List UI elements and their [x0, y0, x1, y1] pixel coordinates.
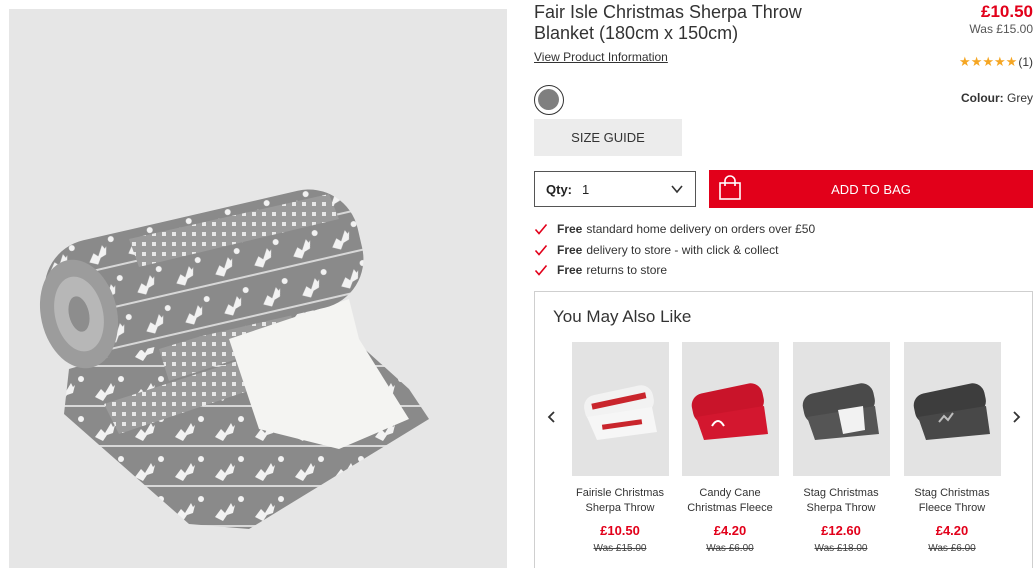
recommendation-price: £10.50	[600, 523, 640, 538]
qty-label: Qty:	[546, 181, 572, 197]
benefit-text: delivery to store - with click & collect	[586, 242, 779, 257]
view-product-information-link[interactable]: View Product Information	[534, 50, 668, 64]
benefit-bold: Free	[557, 242, 583, 257]
delivery-benefits-list: Free standard home delivery on orders ov…	[534, 219, 815, 281]
shopping-bag-icon	[719, 175, 741, 200]
recommendation-image	[903, 342, 1001, 476]
qty-value: 1	[582, 181, 590, 197]
benefit-bold: Free	[557, 222, 583, 237]
colour-label-value: Grey	[1006, 91, 1033, 105]
add-to-bag-button[interactable]: ADD TO BAG	[709, 170, 1033, 208]
recommendation-card[interactable]: Candy Cane Christmas Fleece £4.20 Was £6…	[680, 342, 780, 554]
checkmark-icon	[534, 265, 548, 276]
chevron-left-icon[interactable]	[545, 410, 559, 424]
recommendation-image	[571, 342, 669, 476]
recommendation-name: Stag Christmas Sherpa Throw	[803, 487, 879, 514]
rating-count: (1)	[1018, 55, 1033, 69]
swatch-fill	[538, 89, 559, 110]
product-title: Fair Isle Christmas Sherpa Throw Blanket…	[534, 2, 802, 43]
recommendation-name: Fairisle Christmas Sherpa Throw	[575, 487, 664, 514]
recommendations-title: You May Also Like	[553, 307, 692, 326]
recommendation-was-price: Was £18.00	[814, 543, 868, 554]
recommendation-name: Stag Christmas Fleece Throw	[914, 487, 990, 514]
recommendation-image	[792, 342, 890, 476]
colour-label-key: Colour:	[960, 91, 1004, 105]
add-to-bag-label: ADD TO BAG	[831, 181, 911, 197]
size-guide-button[interactable]: SIZE GUIDE	[534, 119, 682, 156]
benefit-item: Free standard home delivery on orders ov…	[534, 219, 815, 240]
recommendation-card[interactable]: Stag Christmas Fleece Throw £4.20 Was £6…	[902, 342, 1002, 554]
recommendation-card[interactable]: Stag Christmas Sherpa Throw £12.60 Was £…	[791, 342, 891, 554]
recommendation-was-price: Was £15.00	[593, 543, 647, 554]
benefit-bold: Free	[557, 263, 583, 278]
chevron-right-icon[interactable]	[1009, 410, 1023, 424]
recommendation-price: £12.60	[821, 523, 861, 538]
checkmark-icon	[534, 224, 548, 235]
recommendations-panel: You May Also Like Fairisle Christmas She…	[534, 291, 1033, 568]
recommendation-card[interactable]: Fairisle Christmas Sherpa Throw £10.50 W…	[570, 342, 670, 554]
chevron-down-icon	[671, 185, 683, 194]
recommendation-price: £4.20	[713, 523, 747, 538]
recommendation-was-price: Was £6.00	[928, 543, 976, 554]
checkmark-icon	[534, 244, 548, 256]
recommendation-name: Candy Cane Christmas Fleece	[687, 487, 773, 514]
was-price: Was £15.00	[969, 22, 1033, 36]
quantity-select[interactable]: Qty: 1	[534, 171, 696, 207]
rating[interactable]: ★★★★★ (1)	[959, 54, 1033, 70]
benefit-item: Free returns to store	[534, 260, 815, 281]
product-image[interactable]	[9, 9, 507, 568]
current-price: £10.50	[981, 2, 1033, 21]
colour-swatch-grey[interactable]	[534, 85, 564, 115]
star-rating-icon: ★★★★★	[959, 54, 1018, 69]
benefit-text: returns to store	[586, 263, 668, 278]
recommendation-image	[681, 342, 779, 476]
recommendation-was-price: Was £6.00	[706, 543, 754, 554]
benefit-text: standard home delivery on orders over £5…	[586, 222, 816, 237]
recommendation-price: £4.20	[935, 523, 969, 538]
benefit-item: Free delivery to store - with click & co…	[534, 240, 815, 261]
colour-label: Colour: Grey	[961, 91, 1033, 105]
